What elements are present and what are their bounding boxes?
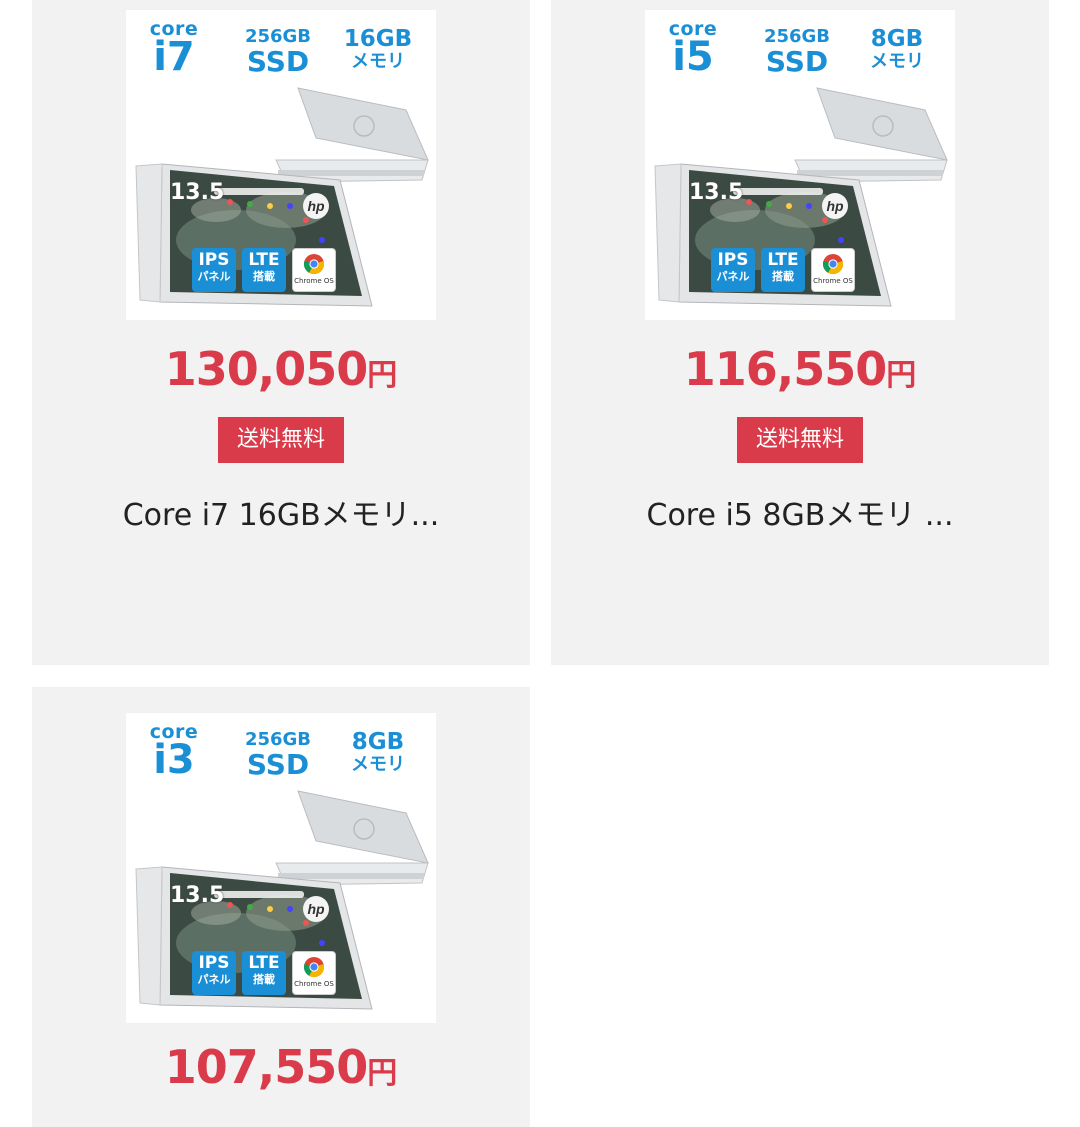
- product-image[interactable]: hp core i3 256GB SSD 8GB メモリ 13.5 IPS パネ…: [126, 713, 436, 1023]
- memory-spec: 16GB メモリ: [343, 26, 413, 72]
- price-value: 130,050: [164, 342, 369, 396]
- screen-size-label: 13.5: [689, 180, 744, 205]
- currency: 円: [367, 358, 398, 393]
- chrome-os-badge: Chrome OS: [292, 248, 336, 292]
- currency: 円: [367, 1056, 398, 1091]
- price: 107,550円: [32, 1040, 530, 1094]
- product-card[interactable]: hp core i5 256GB SSD 8GB メモリ 13.5 IPS パネ…: [551, 0, 1049, 665]
- product-title[interactable]: Core i7 16GBメモリ...: [32, 490, 530, 534]
- cpu-spec: core i7: [149, 18, 199, 80]
- price-value: 116,550: [683, 342, 888, 396]
- ssd-spec: 256GB SSD: [763, 26, 831, 78]
- ips-badge: IPS パネル: [192, 248, 236, 292]
- product-image[interactable]: hp core i5 256GB SSD 8GB メモリ 13.5 IPS パネ…: [645, 10, 955, 320]
- chrome-icon: [303, 957, 325, 978]
- screen-size-label: 13.5: [170, 180, 225, 205]
- free-shipping-badge: 送料無料: [737, 417, 863, 463]
- ssd-spec: 256GB SSD: [244, 729, 312, 781]
- memory-spec: 8GB メモリ: [351, 729, 405, 775]
- chrome-icon: [303, 254, 325, 275]
- lte-badge: LTE 搭載: [242, 951, 286, 995]
- svg-text:hp: hp: [826, 198, 844, 214]
- currency: 円: [886, 358, 917, 393]
- ips-badge: IPS パネル: [711, 248, 755, 292]
- chrome-icon: [822, 254, 844, 275]
- price-value: 107,550: [164, 1040, 369, 1094]
- cpu-spec: core i3: [149, 721, 199, 783]
- price: 130,050円: [32, 342, 530, 396]
- chrome-os-badge: Chrome OS: [292, 951, 336, 995]
- ips-badge: IPS パネル: [192, 951, 236, 995]
- lte-badge: LTE 搭載: [761, 248, 805, 292]
- cpu-spec: core i5: [668, 18, 718, 80]
- price: 116,550円: [551, 342, 1049, 396]
- chrome-os-badge: Chrome OS: [811, 248, 855, 292]
- free-shipping-badge: 送料無料: [218, 417, 344, 463]
- svg-text:hp: hp: [307, 901, 325, 917]
- screen-size-label: 13.5: [170, 883, 225, 908]
- svg-text:hp: hp: [307, 198, 325, 214]
- ssd-spec: 256GB SSD: [244, 26, 312, 78]
- lte-badge: LTE 搭載: [242, 248, 286, 292]
- product-image[interactable]: hp core i7 256GB SSD 16GB メモリ 13.5 IPS パ…: [126, 10, 436, 320]
- product-card[interactable]: hp core i7 256GB SSD 16GB メモリ 13.5 IPS パ…: [32, 0, 530, 665]
- memory-spec: 8GB メモリ: [870, 26, 924, 72]
- product-title[interactable]: Core i5 8GBメモリ ...: [551, 490, 1049, 534]
